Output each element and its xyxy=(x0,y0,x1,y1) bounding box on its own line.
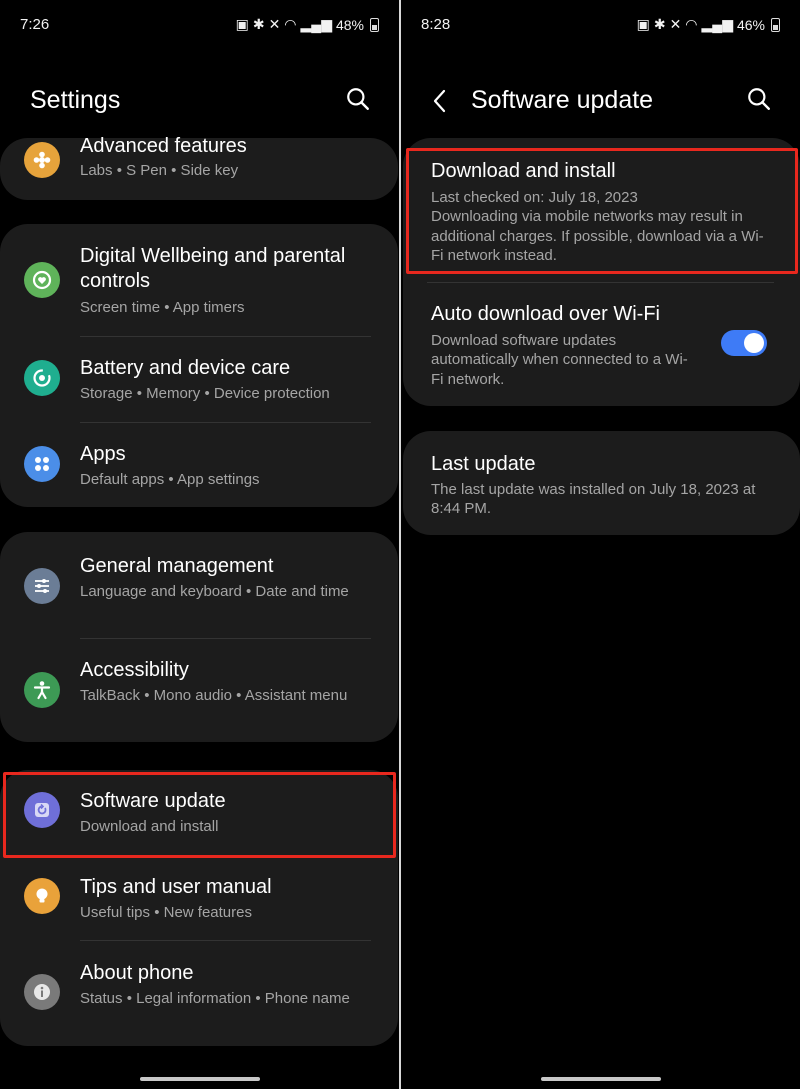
setting-subtitle: Labs • S Pen • Side key xyxy=(80,162,239,179)
software-update-screen: 8:28 ▣ ✱ ✕ ◠ ▂▄▆ 46% Software update Dow… xyxy=(401,0,800,1089)
settings-screen: 7:26 ▣ ✱ ✕ ◠ ▂▄▆ 48% Settings Advanced f… xyxy=(0,0,399,1089)
battery-icon xyxy=(370,17,379,32)
accessibility-icon xyxy=(24,672,60,708)
status-bar: 7:26 ▣ ✱ ✕ ◠ ▂▄▆ 48% xyxy=(0,0,399,50)
page-title: Software update xyxy=(471,86,654,114)
software-update-header: Software update xyxy=(401,80,800,124)
setting-subtitle: TalkBack • Mono audio • Assistant menu xyxy=(80,687,348,704)
gesture-bar[interactable] xyxy=(540,1077,661,1081)
wifi-icon: ◠ xyxy=(284,16,297,32)
back-arrow-icon[interactable] xyxy=(427,86,453,116)
setting-subtitle: Language and keyboard • Date and time xyxy=(80,583,349,600)
setting-subtitle: Status • Legal information • Phone name xyxy=(80,990,350,1007)
highlight-box xyxy=(406,148,798,274)
apps-icon xyxy=(24,446,60,482)
gesture-bar[interactable] xyxy=(139,1077,260,1081)
setting-subtitle: Default apps • App settings xyxy=(80,471,260,488)
signal-icon: ▂▄▆ xyxy=(300,16,332,32)
setting-title: Accessibility xyxy=(80,659,189,681)
setting-title: Digital Wellbeing and parental controls xyxy=(80,245,346,292)
bluetooth-icon: ✱ xyxy=(252,16,265,32)
divider xyxy=(80,336,371,337)
setting-item-about-phone[interactable]: About phone Status • Legal information •… xyxy=(0,950,398,1034)
bluetooth-icon: ✱ xyxy=(653,16,666,32)
last-update-subtitle: The last update was installed on July 18… xyxy=(431,481,756,518)
divider xyxy=(80,638,371,639)
status-icons: ▣ ✱ ✕ ◠ ▂▄▆ 46% xyxy=(637,16,780,33)
puzzle-icon xyxy=(24,142,60,178)
device-care-icon xyxy=(24,360,60,396)
notification-icon: ▣ xyxy=(636,16,650,32)
highlight-box xyxy=(3,772,396,858)
setting-subtitle: Useful tips • New features xyxy=(80,904,252,921)
divider xyxy=(427,282,774,283)
page-title: Settings xyxy=(30,86,121,114)
setting-title: Advanced features xyxy=(80,135,247,157)
setting-subtitle: Screen time • App timers xyxy=(80,299,245,316)
last-update-title: Last update xyxy=(431,453,536,475)
search-icon[interactable] xyxy=(746,86,772,112)
divider xyxy=(80,422,371,423)
setting-title: About phone xyxy=(80,962,194,984)
auto-download-toggle[interactable] xyxy=(721,330,767,356)
sliders-icon xyxy=(24,568,60,604)
search-icon[interactable] xyxy=(345,86,371,112)
auto-download-title: Auto download over Wi-Fi xyxy=(431,303,660,325)
battery-icon xyxy=(771,17,780,32)
setting-item-digital-wellbeing[interactable]: Digital Wellbeing and parental controls … xyxy=(0,244,398,324)
mute-icon: ✕ xyxy=(669,16,682,32)
divider xyxy=(80,940,371,941)
toggle-knob xyxy=(744,333,764,353)
status-bar: 8:28 ▣ ✱ ✕ ◠ ▂▄▆ 46% xyxy=(401,0,800,50)
signal-icon: ▂▄▆ xyxy=(701,16,733,32)
setting-item-advanced-features[interactable]: Advanced features Labs • S Pen • Side ke… xyxy=(0,135,398,200)
setting-title: Battery and device care xyxy=(80,357,291,379)
setting-item-battery-device-care[interactable]: Battery and device care Storage • Memory… xyxy=(0,348,398,418)
battery-percent: 48% xyxy=(335,16,364,33)
status-time: 8:28 xyxy=(421,16,451,33)
last-update-item[interactable]: Last update The last update was installe… xyxy=(401,431,799,535)
setting-item-apps[interactable]: Apps Default apps • App settings xyxy=(0,434,398,504)
setting-item-general-management[interactable]: General management Language and keyboard… xyxy=(0,548,398,632)
setting-title: Tips and user manual xyxy=(80,876,272,898)
notification-icon: ▣ xyxy=(235,16,249,32)
setting-item-accessibility[interactable]: Accessibility TalkBack • Mono audio • As… xyxy=(0,652,398,736)
wifi-icon: ◠ xyxy=(685,16,698,32)
mute-icon: ✕ xyxy=(268,16,281,32)
status-icons: ▣ ✱ ✕ ◠ ▂▄▆ 48% xyxy=(236,16,379,33)
setting-title: General management xyxy=(80,555,274,577)
battery-percent: 46% xyxy=(736,16,765,33)
setting-title: Apps xyxy=(80,443,126,465)
status-time: 7:26 xyxy=(20,16,50,33)
settings-header: Settings xyxy=(0,80,399,124)
bulb-icon xyxy=(24,878,60,914)
auto-download-item[interactable]: Auto download over Wi-Fi Download softwa… xyxy=(401,292,799,402)
auto-download-subtitle: Download software updates automatically … xyxy=(431,332,688,388)
setting-subtitle: Storage • Memory • Device protection xyxy=(80,385,330,402)
setting-item-tips-user-manual[interactable]: Tips and user manual Useful tips • New f… xyxy=(0,866,398,936)
wellbeing-icon xyxy=(24,262,60,298)
info-icon xyxy=(24,974,60,1010)
